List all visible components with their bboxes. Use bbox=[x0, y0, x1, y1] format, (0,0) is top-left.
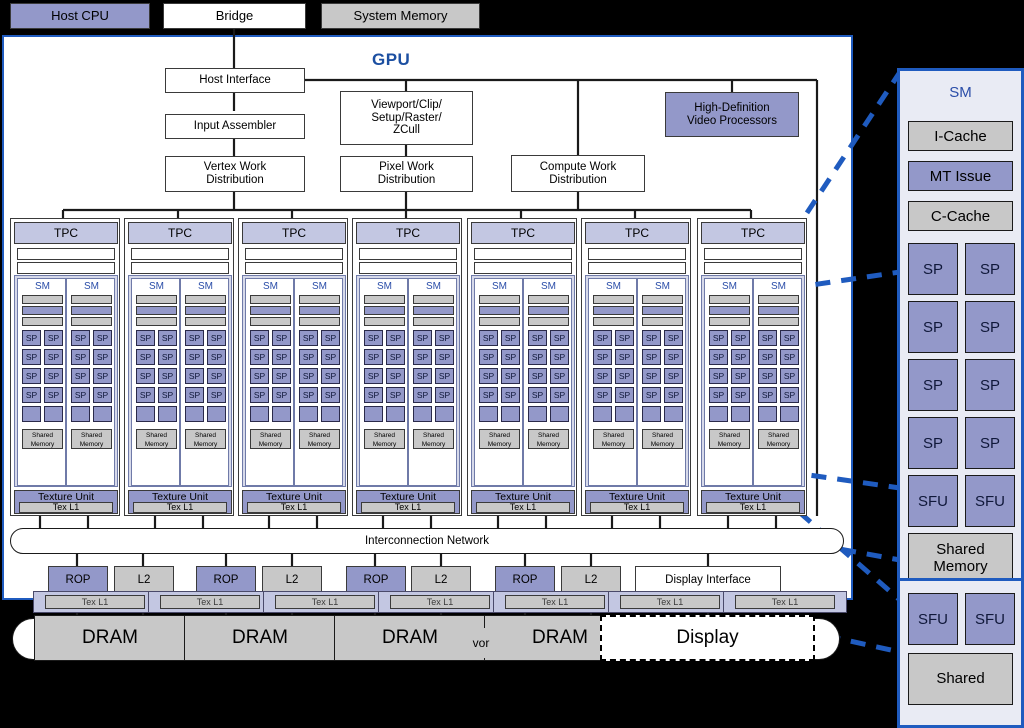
c-cache-label: C-Cache bbox=[930, 207, 991, 225]
dram-label: DRAM bbox=[232, 627, 288, 648]
sm-detail-panel: SM I-Cache MT Issue C-Cache SP SP SP SP SP SP… bbox=[897, 68, 1024, 661]
mt-issue-label: MT Issue bbox=[929, 167, 992, 185]
dram-label: DRAM bbox=[532, 627, 588, 648]
ghost-tex-l1: Tex L1 bbox=[275, 595, 375, 609]
sp-label: SP bbox=[922, 260, 943, 278]
sm-detail-sfu-unit[interactable]: SFU bbox=[965, 475, 1015, 527]
dram-label: DRAM bbox=[382, 627, 438, 648]
dram-block[interactable]: DRAM bbox=[34, 615, 186, 661]
display-label: Display bbox=[676, 627, 739, 648]
sm-detail-panel-secondary: SFU SFU Shared bbox=[897, 578, 1024, 728]
i-cache-label: I-Cache bbox=[934, 127, 987, 145]
sp-label: SP bbox=[979, 318, 1000, 336]
sm-detail-c-cache[interactable]: C-Cache bbox=[908, 201, 1013, 231]
sm-detail-sp-unit[interactable]: SP bbox=[908, 417, 958, 469]
ghost-text-fragment: vor bbox=[468, 628, 494, 658]
display-block[interactable]: Display bbox=[600, 615, 815, 661]
sm-detail-sp-unit[interactable]: SP bbox=[965, 243, 1015, 295]
dram-block[interactable]: DRAM bbox=[334, 615, 486, 661]
dram-label: DRAM bbox=[82, 627, 138, 648]
ghost-overlay-layer: Tex L1 Tex L1 Tex L1 Tex L1 Tex L1 Tex L1 Tex … bbox=[0, 0, 1024, 661]
sp-label: SP bbox=[922, 434, 943, 452]
sm-detail2-sfu-right[interactable]: SFU bbox=[965, 593, 1015, 645]
sm-detail-sp-unit[interactable]: SP bbox=[965, 301, 1015, 353]
sm-detail-sp-unit[interactable]: SP bbox=[965, 417, 1015, 469]
sfu-label: SFU bbox=[918, 492, 948, 510]
shared-memory-label: Shared Memory bbox=[933, 541, 988, 575]
sm-detail-sp-unit[interactable]: SP bbox=[908, 243, 958, 295]
sm-detail-i-cache[interactable]: I-Cache bbox=[908, 121, 1013, 151]
sm-detail-sfu-unit[interactable]: SFU bbox=[908, 475, 958, 527]
dram-block[interactable]: DRAM bbox=[184, 615, 336, 661]
ghost-tex-l1: Tex L1 bbox=[390, 595, 490, 609]
sp-label: SP bbox=[922, 318, 943, 336]
sfu-label: SFU bbox=[975, 610, 1005, 628]
ghost-tex-l1: Tex L1 bbox=[160, 595, 260, 609]
sp-label: SP bbox=[979, 376, 1000, 394]
sp-label: SP bbox=[979, 434, 1000, 452]
sm-detail-mt-issue[interactable]: MT Issue bbox=[908, 161, 1013, 191]
sm-detail-sp-unit[interactable]: SP bbox=[965, 359, 1015, 411]
ghost-tex-l1: Tex L1 bbox=[735, 595, 835, 609]
ghost-tex-l1: Tex L1 bbox=[620, 595, 720, 609]
sm-detail-sp-unit[interactable]: SP bbox=[908, 301, 958, 353]
sm-detail-title: SM bbox=[949, 84, 972, 101]
sm-detail-sp-unit[interactable]: SP bbox=[908, 359, 958, 411]
ghost-tex-l1: Tex L1 bbox=[45, 595, 145, 609]
ghost-tex-l1: Tex L1 bbox=[505, 595, 605, 609]
sfu-label: SFU bbox=[918, 610, 948, 628]
sm-detail2-sfu-left[interactable]: SFU bbox=[908, 593, 958, 645]
sp-label: SP bbox=[979, 260, 1000, 278]
sp-label: SP bbox=[922, 376, 943, 394]
shared-memory-label: Shared bbox=[936, 669, 985, 687]
sfu-label: SFU bbox=[975, 492, 1005, 510]
